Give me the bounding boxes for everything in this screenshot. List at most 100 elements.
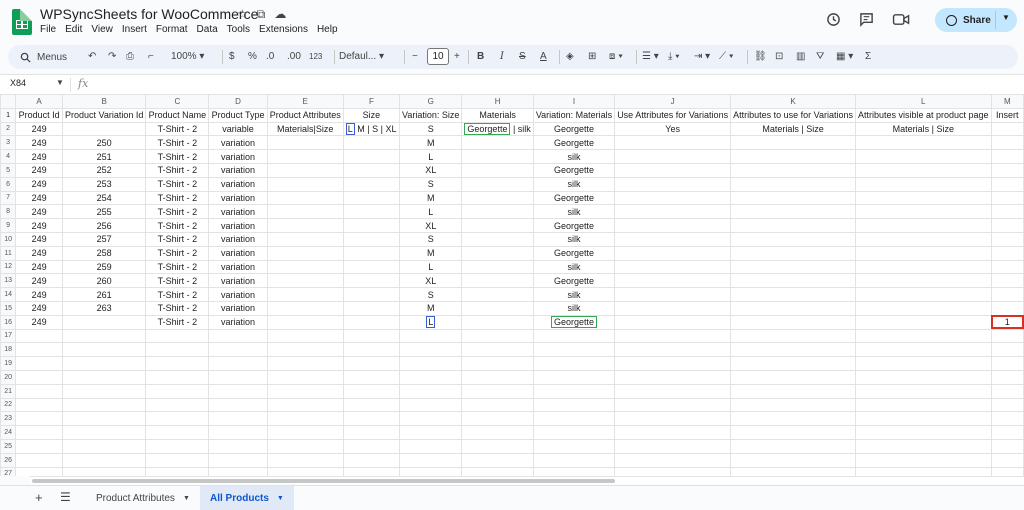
name-box[interactable]: X84	[10, 78, 26, 88]
row-header[interactable]: 10	[0, 231, 17, 247]
cell[interactable]	[145, 452, 210, 468]
cell[interactable]: silk	[532, 287, 616, 302]
cell[interactable]: 252	[61, 162, 147, 178]
cell[interactable]	[145, 342, 210, 358]
cell[interactable]	[266, 245, 344, 261]
cell[interactable]	[266, 149, 344, 164]
cell[interactable]	[532, 369, 616, 385]
cell[interactable]	[730, 204, 856, 220]
cell[interactable]: XL	[399, 162, 463, 178]
cell[interactable]: Georgette	[532, 314, 616, 330]
column-header[interactable]: I	[532, 94, 616, 109]
undo-icon[interactable]: ↶	[88, 49, 96, 65]
cell[interactable]	[730, 176, 856, 192]
cell[interactable]	[266, 273, 344, 289]
row-header[interactable]: 23	[0, 411, 17, 427]
cell[interactable]	[461, 190, 534, 206]
menu-tools[interactable]: Tools	[227, 24, 250, 35]
cell[interactable]	[15, 328, 63, 344]
cell[interactable]	[730, 342, 856, 358]
cell[interactable]	[266, 259, 344, 275]
cell[interactable]: T-Shirt - 2	[145, 162, 210, 178]
cell[interactable]: T-Shirt - 2	[145, 273, 210, 289]
cell[interactable]	[854, 411, 992, 427]
row-header[interactable]: 2	[0, 121, 17, 137]
cell[interactable]	[990, 190, 1024, 206]
column-header[interactable]: L	[854, 94, 992, 109]
cell[interactable]: 249	[15, 135, 63, 151]
cell[interactable]	[990, 121, 1024, 137]
cell[interactable]	[399, 383, 463, 399]
cell[interactable]	[61, 328, 147, 344]
cell[interactable]: L	[399, 259, 463, 275]
cell[interactable]	[342, 149, 401, 164]
menu-search[interactable]: Menus	[14, 48, 67, 66]
header-cell[interactable]: Use Attributes for Variations	[614, 107, 732, 123]
cell[interactable]	[461, 204, 534, 220]
menu-insert[interactable]: Insert	[122, 24, 147, 35]
cell[interactable]	[208, 452, 268, 468]
cell[interactable]	[208, 328, 268, 344]
cell[interactable]	[342, 466, 401, 476]
italic-button[interactable]: I	[500, 49, 504, 65]
cell[interactable]	[990, 397, 1024, 413]
cell[interactable]	[342, 231, 401, 247]
cell[interactable]	[854, 356, 992, 371]
cell[interactable]: M	[399, 300, 463, 316]
cell[interactable]	[342, 190, 401, 206]
cell[interactable]	[399, 342, 463, 358]
row-header[interactable]: 16	[0, 314, 17, 330]
cell[interactable]	[61, 452, 147, 468]
materials-chip[interactable]: Georgette	[550, 316, 598, 329]
cell[interactable]	[15, 397, 63, 413]
cloud-status-icon[interactable]: ☁	[274, 7, 286, 22]
cell[interactable]: 255	[61, 204, 147, 220]
cell[interactable]	[614, 300, 732, 316]
cell[interactable]	[342, 176, 401, 192]
cell[interactable]	[614, 218, 732, 233]
cell[interactable]: 259	[61, 259, 147, 275]
cell[interactable]	[532, 397, 616, 413]
cell[interactable]	[461, 356, 534, 371]
cell[interactable]	[208, 342, 268, 358]
cell[interactable]	[342, 356, 401, 371]
cell[interactable]	[461, 466, 534, 476]
cell[interactable]: T-Shirt - 2	[145, 287, 210, 302]
cell[interactable]	[730, 287, 856, 302]
cell[interactable]: T-Shirt - 2	[145, 176, 210, 192]
cell[interactable]	[15, 342, 63, 358]
cell[interactable]	[399, 369, 463, 385]
cell[interactable]	[854, 300, 992, 316]
cell[interactable]	[990, 287, 1024, 302]
chevron-down-icon[interactable]: ▼	[1002, 13, 1010, 22]
cell[interactable]	[532, 452, 616, 468]
cell[interactable]	[145, 328, 210, 344]
bold-button[interactable]: B	[477, 49, 484, 65]
cell[interactable]	[61, 383, 147, 399]
cell[interactable]	[532, 383, 616, 399]
cell[interactable]	[614, 314, 732, 330]
cell[interactable]	[342, 287, 401, 302]
cell[interactable]: T-Shirt - 2	[145, 218, 210, 233]
cell[interactable]: 257	[61, 231, 147, 247]
cell[interactable]: 249	[15, 273, 63, 289]
cell[interactable]	[730, 245, 856, 261]
cell[interactable]: 249	[15, 314, 63, 330]
cell[interactable]	[461, 287, 534, 302]
zoom-select[interactable]: 100% ▾	[171, 49, 204, 65]
cell[interactable]	[990, 356, 1024, 371]
cell[interactable]: 250	[61, 135, 147, 151]
row-header[interactable]: 18	[0, 342, 17, 358]
cell[interactable]	[990, 204, 1024, 220]
header-cell[interactable]: Product Variation Id	[61, 107, 147, 123]
row-header[interactable]: 14	[0, 287, 17, 302]
column-header[interactable]: D	[208, 94, 268, 109]
cell[interactable]: variation	[208, 231, 268, 247]
cell[interactable]	[461, 369, 534, 385]
cell[interactable]	[266, 231, 344, 247]
cell[interactable]	[990, 162, 1024, 178]
cell[interactable]	[532, 466, 616, 476]
cell[interactable]	[990, 176, 1024, 192]
cell[interactable]	[266, 438, 344, 454]
cell[interactable]: 249	[15, 204, 63, 220]
